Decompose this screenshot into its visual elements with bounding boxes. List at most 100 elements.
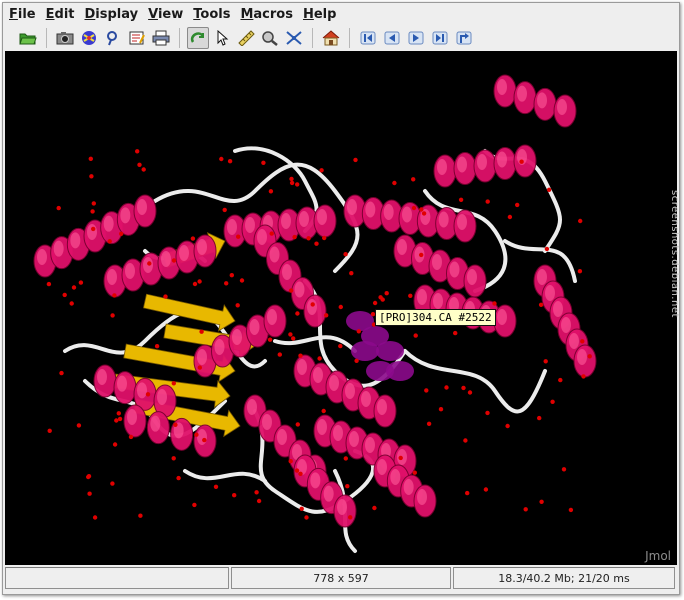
water-atom (505, 423, 510, 429)
water-atom (338, 304, 343, 310)
helix-shine (125, 263, 135, 279)
helix-shine (517, 85, 527, 102)
water-atom (269, 231, 274, 236)
helix-shine (317, 419, 327, 435)
water-atom (354, 358, 359, 363)
helix-shine (457, 214, 467, 230)
water-atom (194, 432, 199, 437)
helix-shine (377, 459, 387, 475)
menu-file[interactable]: File (9, 7, 36, 22)
water-atom (229, 273, 234, 278)
water-atom (141, 167, 146, 172)
helix-shine (561, 317, 571, 333)
water-atom (119, 231, 124, 236)
helix-shine (377, 399, 387, 415)
water-atom (92, 515, 98, 520)
home-button[interactable] (320, 27, 342, 49)
helix-shine (329, 375, 339, 391)
next-frame-button[interactable] (405, 27, 427, 49)
water-atom (138, 513, 143, 518)
spin-button[interactable] (283, 27, 305, 49)
menu-edit[interactable]: Edit (46, 7, 75, 22)
helix-shine (497, 79, 507, 95)
helix-shine (87, 224, 97, 240)
open-folder-icon (19, 33, 37, 45)
water-atom (219, 156, 224, 162)
helix-shine (137, 382, 147, 399)
menu-display[interactable]: Display (85, 7, 139, 22)
helix-shine (345, 383, 355, 399)
toolbar-separator (349, 28, 350, 48)
helix-shine (247, 399, 257, 415)
atom-hover-tooltip: [PRO]304.CA #2522 (375, 309, 496, 326)
water-atom (550, 399, 555, 404)
water-atom (465, 490, 470, 496)
water-atom (580, 339, 585, 344)
open-file-button[interactable] (17, 27, 39, 49)
rotate-button[interactable] (78, 27, 100, 49)
water-atom (197, 365, 202, 370)
water-atom (338, 343, 343, 349)
water-atom (581, 374, 586, 379)
helix-shine (245, 217, 255, 233)
water-atom (261, 160, 266, 165)
helix-shine (307, 299, 317, 315)
water-atom (398, 455, 403, 461)
script-button[interactable] (102, 27, 124, 49)
status-message (5, 567, 229, 589)
menu-tools[interactable]: Tools (193, 7, 230, 22)
helix-shine (262, 414, 272, 430)
water-atom (298, 353, 303, 358)
water-atom (91, 201, 97, 206)
water-atom (232, 493, 237, 498)
highlighted-residue (376, 341, 404, 361)
water-atom (356, 329, 361, 334)
protein-cartoon-render (33, 74, 597, 553)
water-atom (62, 292, 67, 298)
pick-button[interactable] (211, 27, 233, 49)
water-atom (154, 344, 160, 349)
helix-shine (497, 151, 507, 168)
last-frame-button[interactable] (429, 27, 451, 49)
water-atom (485, 410, 490, 416)
menu-macros[interactable]: Macros (240, 7, 293, 22)
export-image-button[interactable] (54, 27, 76, 49)
menu-help[interactable]: Help (303, 7, 336, 22)
zoom-button[interactable] (259, 27, 281, 49)
first-frame-button[interactable] (357, 27, 379, 49)
water-atom (587, 354, 592, 359)
water-atom (321, 408, 326, 414)
previous-frame-button[interactable] (381, 27, 403, 49)
water-atom (78, 280, 84, 285)
water-atom (408, 293, 413, 298)
water-atom (202, 437, 207, 443)
print-button[interactable] (150, 27, 172, 49)
helix-shine (537, 269, 547, 285)
water-atom (485, 199, 490, 204)
water-atom (372, 505, 377, 511)
rewind-button[interactable] (453, 27, 475, 49)
editor-button[interactable] (126, 27, 148, 49)
helix-shine (553, 301, 563, 317)
molecule-viewer[interactable]: [PRO]304.CA #2522 Jmol (5, 51, 677, 565)
water-atom (116, 411, 122, 416)
water-atom (412, 470, 417, 475)
helix-shine (361, 391, 371, 407)
helix-shine (383, 204, 394, 220)
rotate-mode-button[interactable] (187, 27, 209, 49)
helix-shine (103, 215, 114, 232)
measure-button[interactable] (235, 27, 257, 49)
helix-shine (137, 199, 147, 215)
water-atom (461, 385, 466, 391)
helix-shine (417, 289, 427, 305)
water-atom (515, 202, 520, 208)
helix-shine (457, 156, 467, 173)
helix-shine (53, 240, 64, 257)
water-atom (306, 236, 311, 241)
helix-shine (97, 369, 107, 385)
helix-shine (281, 213, 291, 229)
water-atom (90, 209, 95, 214)
helix-shine (232, 329, 242, 345)
menu-view[interactable]: View (148, 7, 183, 22)
beta-strand (143, 293, 236, 332)
